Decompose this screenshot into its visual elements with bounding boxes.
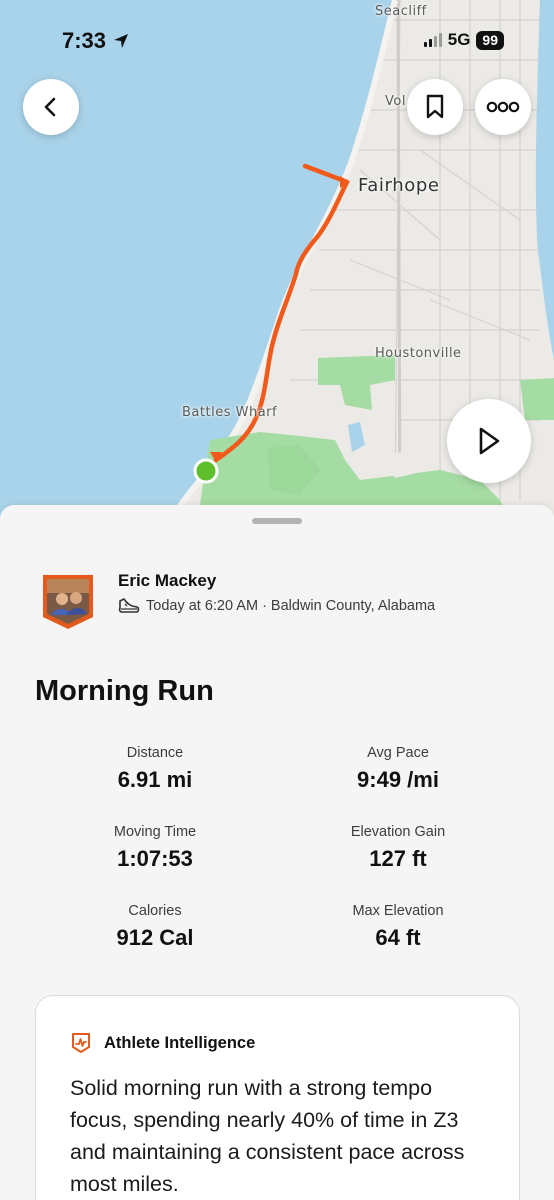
activity-sheet: Eric Mackey Today at 6:20 AM · Baldwin C… <box>0 505 554 1200</box>
chevron-left-icon <box>44 97 56 117</box>
map-label-fairhope: Fairhope <box>358 175 440 196</box>
status-bar-indicators: 5G 99 <box>423 30 504 50</box>
bookmark-button[interactable] <box>407 79 463 135</box>
stat-label: Elevation Gain <box>350 824 446 840</box>
location-arrow-icon <box>114 34 129 48</box>
stat-max-elevation: Max Elevation 64 ft <box>298 903 498 951</box>
status-bar-time: 7:33 <box>62 28 130 54</box>
stat-label: Calories <box>128 903 182 919</box>
stat-avg-pace: Avg Pace 9:49 /mi <box>298 745 498 793</box>
athlete-name[interactable]: Eric Mackey <box>118 571 216 591</box>
stat-label: Avg Pace <box>367 745 429 761</box>
map-label-volanta: Vol <box>385 94 406 109</box>
stat-distance: Distance 6.91 mi <box>55 745 255 793</box>
stat-moving-time: Moving Time 1:07:53 <box>55 824 255 872</box>
athlete-intelligence-icon <box>72 1033 90 1053</box>
map-label-houstonville: Houstonville <box>375 346 462 361</box>
activity-meta-text: Today at 6:20 AM · Baldwin County, Alaba… <box>146 598 436 614</box>
stat-elevation-gain: Elevation Gain 127 ft <box>298 824 498 872</box>
stat-value: 127 ft <box>369 846 427 871</box>
battery-indicator: 99 <box>476 30 504 50</box>
athlete-avatar[interactable] <box>40 573 96 631</box>
activity-title: Morning Run <box>35 675 214 707</box>
back-button[interactable] <box>23 79 79 135</box>
athlete-intelligence-heading: Athlete Intelligence <box>104 1033 256 1052</box>
athlete-intelligence-card[interactable]: Athlete Intelligence Solid morning run w… <box>35 995 520 1200</box>
stat-value: 64 ft <box>375 925 421 950</box>
map-label-battles-wharf: Battles Wharf <box>182 405 278 420</box>
bookmark-icon <box>426 94 444 119</box>
stat-label: Distance <box>126 745 184 761</box>
map-label-seacliff: Seacliff <box>375 4 427 19</box>
more-options-button[interactable] <box>475 79 531 135</box>
stat-label: Max Elevation <box>352 903 444 919</box>
play-flyover-button[interactable] <box>447 399 531 483</box>
stat-value: 1:07:53 <box>117 846 193 871</box>
network-type: 5G <box>447 30 471 49</box>
athlete-intelligence-summary: Solid morning run with a strong tempo fo… <box>70 1076 465 1196</box>
shoe-icon <box>118 598 140 613</box>
play-icon <box>479 427 500 455</box>
more-dots-icon <box>486 101 520 113</box>
sheet-drag-handle[interactable] <box>252 518 302 524</box>
stat-value: 6.91 mi <box>117 767 193 792</box>
stat-value: 912 Cal <box>116 925 194 950</box>
activity-meta: Today at 6:20 AM · Baldwin County, Alaba… <box>118 597 435 615</box>
signal-strength-icon <box>423 33 442 47</box>
stat-value: 9:49 /mi <box>357 767 439 792</box>
stat-calories: Calories 912 Cal <box>55 903 255 951</box>
stat-label: Moving Time <box>113 824 197 840</box>
clock-text: 7:33 <box>62 28 107 53</box>
athlete-intelligence-header: Athlete Intelligence <box>70 1032 255 1054</box>
